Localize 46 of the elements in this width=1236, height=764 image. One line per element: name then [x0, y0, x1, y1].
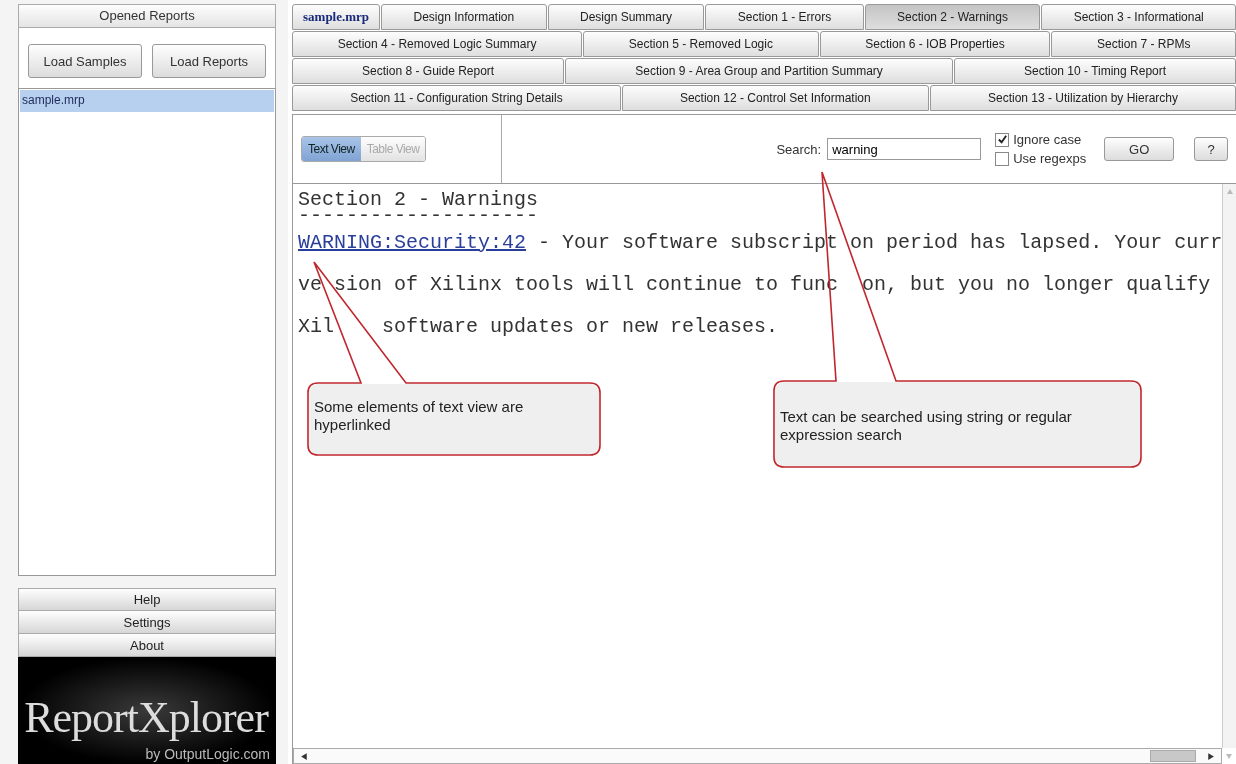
- search-field[interactable]: warning: [827, 138, 982, 160]
- tab[interactable]: sample.mrp: [292, 4, 381, 30]
- scroll-right-icon[interactable]: [1206, 751, 1216, 761]
- tab[interactable]: Section 2 - Warnings: [864, 4, 1041, 30]
- scroll-up-icon[interactable]: [1225, 188, 1234, 196]
- tab[interactable]: Section 11 - Configuration String Details: [292, 85, 621, 111]
- option-label: Ignore case: [1013, 132, 1082, 147]
- report-rule: --------------------: [298, 210, 540, 222]
- vertical-scrollbar[interactable]: [1222, 184, 1236, 748]
- tab[interactable]: Section 9 - Area Group and Partition Summary: [565, 58, 953, 84]
- tab[interactable]: Section 6 - IOB Properties: [819, 31, 1051, 57]
- tab[interactable]: Section 12 - Control Set Information: [621, 85, 929, 111]
- checkbox[interactable]: [995, 151, 1010, 166]
- tab[interactable]: Section 3 - Informational: [1041, 4, 1236, 30]
- panel-title: Opened Reports: [18, 4, 276, 28]
- scroll-left-icon[interactable]: [300, 751, 309, 761]
- tab[interactable]: Section 1 - Errors: [705, 4, 864, 30]
- callout-text: Some elements of text view are hyperlinked: [314, 398, 525, 434]
- load-button[interactable]: Load Reports: [152, 44, 266, 78]
- accordion-header[interactable]: Help: [18, 588, 276, 611]
- tab[interactable]: Design Summary: [547, 4, 705, 30]
- accordion-header[interactable]: About: [18, 634, 276, 657]
- tab[interactable]: Section 13 - Utilization by Hierarchy: [929, 85, 1236, 111]
- horizontal-scrollbar[interactable]: [293, 748, 1223, 764]
- callout-text: Text can be searched using string or regular expression search: [780, 408, 1073, 444]
- tab[interactable]: Section 5 - Removed Logic: [583, 31, 819, 57]
- report-text: Xil software updates or new releases.: [298, 315, 779, 338]
- file-item[interactable]: sample.mrp: [20, 90, 274, 112]
- view-toggle[interactable]: Text View: [302, 137, 361, 161]
- accordion-header[interactable]: Settings: [18, 611, 276, 634]
- action-button[interactable]: ?: [1194, 137, 1229, 161]
- tab[interactable]: Section 10 - Timing Report: [953, 58, 1236, 84]
- tab[interactable]: Section 8 - Guide Report: [292, 58, 565, 84]
- logo-text: ReportXplorer: [23, 692, 270, 744]
- warning-link[interactable]: WARNING:Security:42: [298, 231, 527, 254]
- tab[interactable]: Design Information: [381, 4, 547, 30]
- logo-byline: by OutputLogic.com: [144, 746, 270, 762]
- scroll-thumb[interactable]: [1150, 750, 1197, 762]
- report-heading: Section 2 - Warnings: [298, 190, 540, 210]
- checkbox[interactable]: [995, 132, 1010, 147]
- tab[interactable]: Section 4 - Removed Logic Summary: [292, 31, 583, 57]
- load-button[interactable]: Load Samples: [28, 44, 142, 78]
- tab[interactable]: Section 7 - RPMs: [1051, 31, 1236, 57]
- action-button[interactable]: GO: [1104, 137, 1175, 161]
- search-label: Search:: [776, 141, 822, 157]
- option-label: Use regexps: [1013, 151, 1087, 166]
